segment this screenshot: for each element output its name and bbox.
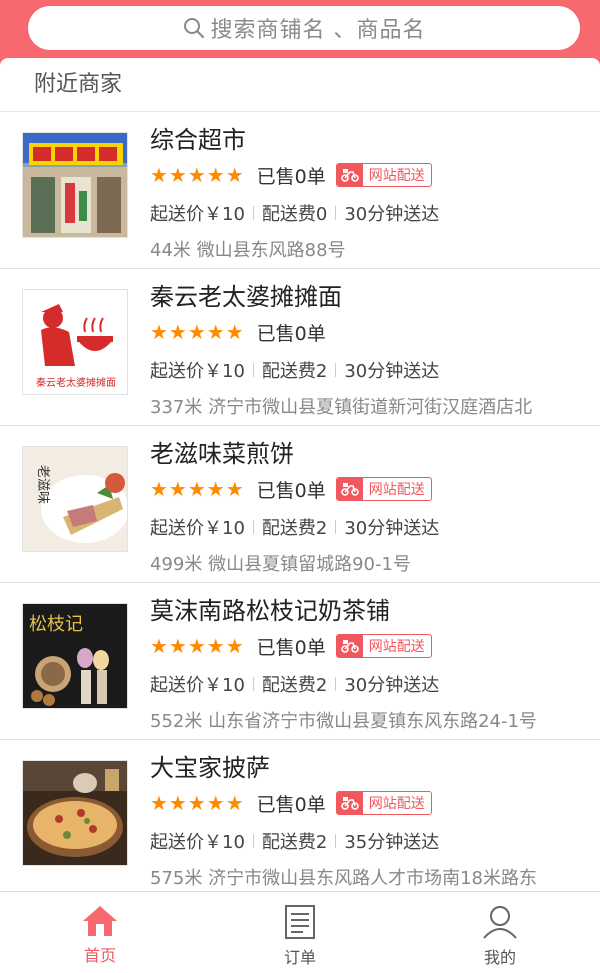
delivery-badge: 网站配送 <box>335 634 432 658</box>
delivery-time: 35分钟送达 <box>344 832 440 853</box>
shop-name: 大宝家披萨 <box>150 754 270 782</box>
tab-label: 首页 <box>83 946 116 965</box>
delivery-time: 30分钟送达 <box>344 675 440 696</box>
min-price: 起送价￥10 <box>150 361 245 382</box>
tab-label: 订单 <box>283 948 316 967</box>
delivery-badge: 网站配送 <box>335 791 432 815</box>
divider <box>335 363 337 377</box>
thumb-brand-text: 秦云老太婆摊摊面 <box>36 376 116 389</box>
divider <box>252 677 254 691</box>
tab-profile[interactable]: 我的 <box>400 892 600 973</box>
shop-address: 575米 济宁市微山县东风路人才市场南18米路东 <box>150 868 537 889</box>
scooter-icon <box>336 635 363 657</box>
rating-row: ★★★★★ 已售0单 网站配送 <box>150 790 432 816</box>
bottom-tab-bar: 首页 订单 我的 <box>0 891 600 973</box>
delivery-fee: 配送费2 <box>261 518 328 539</box>
shop-address: 552米 山东省济宁市微山县夏镇东风东路24-1号 <box>150 711 537 732</box>
divider <box>335 834 337 848</box>
badge-label: 网站配送 <box>368 168 425 184</box>
delivery-fee: 配送费2 <box>261 361 328 382</box>
sold-count: 已售0单 <box>256 793 326 816</box>
delivery-fee: 配送费0 <box>261 204 328 225</box>
sold-count: 已售0单 <box>256 165 326 188</box>
min-price: 起送价￥10 <box>150 204 245 225</box>
delivery-fee: 配送费2 <box>261 675 328 696</box>
tab-orders[interactable]: 订单 <box>200 892 400 973</box>
search-icon <box>183 18 204 39</box>
shop-thumbnail: 秦云老太婆摊摊面 <box>22 289 128 395</box>
scooter-icon <box>336 478 363 500</box>
user-icon <box>483 906 517 939</box>
shop-meta: 起送价￥10 配送费2 30分钟送达 <box>150 671 439 697</box>
shop-thumbnail: 老滋味 <box>22 446 128 552</box>
section-title: 附近商家 <box>34 72 123 97</box>
divider <box>252 834 254 848</box>
divider <box>335 520 337 534</box>
shop-name: 综合超市 <box>150 126 246 154</box>
tab-home[interactable]: 首页 <box>0 892 200 973</box>
shop-item[interactable]: 秦云老太婆摊摊面 秦云老太婆摊摊面 ★★★★★ 已售0单 起送价￥10 配送费2… <box>0 269 600 426</box>
search-placeholder: 搜索商铺名 、商品名 <box>210 18 426 43</box>
divider <box>335 677 337 691</box>
badge-label: 网站配送 <box>368 639 425 655</box>
shop-item[interactable]: 老滋味 老滋味菜煎饼 ★★★★★ 已售0单 网站配送 起送价￥10 配送费2 3… <box>0 426 600 583</box>
thumb-brand-text: 老滋味 <box>35 465 50 504</box>
delivery-badge: 网站配送 <box>335 477 432 501</box>
sold-count: 已售0单 <box>256 479 326 502</box>
shop-address: 337米 济宁市微山县夏镇街道新河街汉庭酒店北 <box>150 397 533 418</box>
shop-meta: 起送价￥10 配送费0 30分钟送达 <box>150 200 439 226</box>
scooter-icon <box>336 164 363 186</box>
shop-thumbnail <box>22 760 128 866</box>
sold-count: 已售0单 <box>256 636 326 659</box>
scooter-icon <box>336 792 363 814</box>
delivery-time: 30分钟送达 <box>344 204 440 225</box>
rating-row: ★★★★★ 已售0单 网站配送 <box>150 162 432 188</box>
shop-thumbnail: 松枝记 <box>22 603 128 709</box>
divider <box>252 363 254 377</box>
home-icon <box>83 906 117 936</box>
rating-row: ★★★★★ 已售0单 网站配送 <box>150 633 432 659</box>
thumb-brand-text: 松枝记 <box>29 614 83 635</box>
shop-thumbnail <box>22 132 128 238</box>
shop-item[interactable]: 松枝记 莫沫南路松枝记奶茶铺 ★★★★★ 已售0单 网站配送 起送价￥10 配送… <box>0 583 600 740</box>
search-input[interactable]: 搜索商铺名 、商品名 <box>28 6 580 50</box>
top-header: 搜索商铺名 、商品名 <box>0 0 600 66</box>
badge-label: 网站配送 <box>368 482 425 498</box>
shop-meta: 起送价￥10 配送费2 30分钟送达 <box>150 357 439 383</box>
star-rating: ★★★★★ <box>150 163 245 187</box>
delivery-time: 30分钟送达 <box>344 361 440 382</box>
shop-list: 综合超市 ★★★★★ 已售0单 网站配送 起送价￥10 配送费0 30分钟送达 … <box>0 112 600 897</box>
star-rating: ★★★★★ <box>150 791 245 815</box>
delivery-badge: 网站配送 <box>335 163 432 187</box>
shop-name: 老滋味菜煎饼 <box>150 440 294 468</box>
shop-address: 44米 微山县东风路88号 <box>150 240 346 261</box>
rating-row: ★★★★★ 已售0单 网站配送 <box>150 476 432 502</box>
star-rating: ★★★★★ <box>150 320 245 344</box>
star-rating: ★★★★★ <box>150 477 245 501</box>
sold-count: 已售0单 <box>256 322 326 345</box>
divider <box>335 206 337 220</box>
divider <box>252 206 254 220</box>
shop-item[interactable]: 综合超市 ★★★★★ 已售0单 网站配送 起送价￥10 配送费0 30分钟送达 … <box>0 112 600 269</box>
min-price: 起送价￥10 <box>150 675 245 696</box>
delivery-fee: 配送费2 <box>261 832 328 853</box>
shop-meta: 起送价￥10 配送费2 35分钟送达 <box>150 828 439 854</box>
shop-name: 莫沫南路松枝记奶茶铺 <box>150 597 390 625</box>
section-header: 附近商家 <box>0 58 600 112</box>
shop-meta: 起送价￥10 配送费2 30分钟送达 <box>150 514 439 540</box>
badge-label: 网站配送 <box>368 796 425 812</box>
star-rating: ★★★★★ <box>150 634 245 658</box>
min-price: 起送价￥10 <box>150 832 245 853</box>
tab-label: 我的 <box>483 948 516 967</box>
min-price: 起送价￥10 <box>150 518 245 539</box>
shop-name: 秦云老太婆摊摊面 <box>150 283 342 311</box>
shop-address: 499米 微山县夏镇留城路90-1号 <box>150 554 411 575</box>
rating-row: ★★★★★ 已售0单 <box>150 319 326 345</box>
divider <box>252 520 254 534</box>
order-icon <box>285 905 315 939</box>
delivery-time: 30分钟送达 <box>344 518 440 539</box>
shop-item[interactable]: 大宝家披萨 ★★★★★ 已售0单 网站配送 起送价￥10 配送费2 35分钟送达… <box>0 740 600 897</box>
